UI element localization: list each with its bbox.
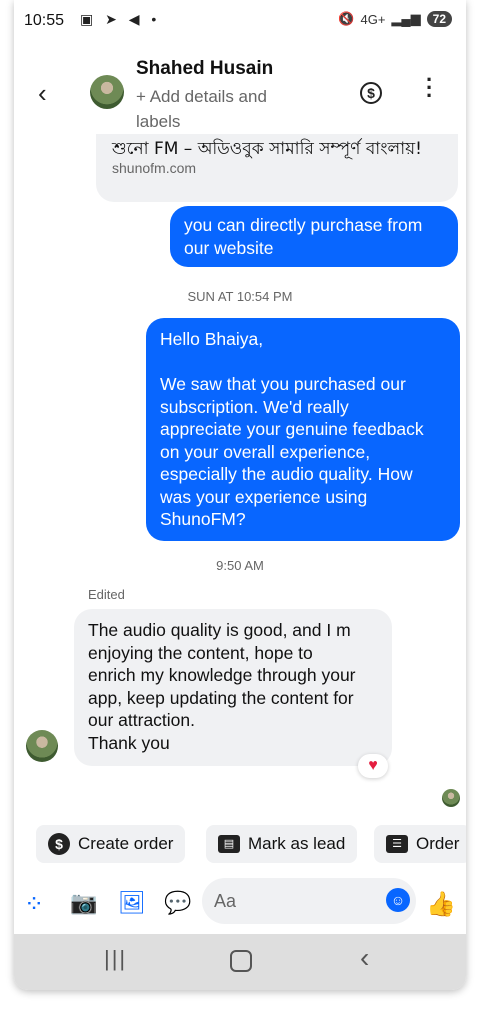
- apps-grid-icon[interactable]: ⁘: [24, 890, 44, 919]
- mark-as-lead-chip[interactable]: ▤ Mark as lead: [206, 825, 358, 863]
- contact-card-icon: ▤: [218, 835, 240, 853]
- chip-label: Mark as lead: [248, 834, 346, 853]
- heart-reaction-icon[interactable]: ♥: [358, 754, 388, 778]
- quick-actions-bar: $ Create order ▤ Mark as lead ☰ Order: [36, 825, 466, 865]
- document-list-icon: ☰: [386, 835, 408, 853]
- thumbs-up-icon[interactable]: 👍: [426, 890, 456, 919]
- home-icon[interactable]: [230, 950, 252, 972]
- notification-icons: ▣ ➤ ◀ •: [80, 11, 161, 27]
- back-nav-icon[interactable]: ‹: [360, 942, 369, 974]
- emoji-icon[interactable]: ☺: [386, 888, 410, 912]
- phone-screen: 10:55 ▣ ➤ ◀ • 🔇 4G+ ▂▄▆ 72 ‹ Shahed Husa…: [14, 0, 466, 990]
- message-input[interactable]: [212, 890, 376, 913]
- battery-icon: 72: [426, 11, 452, 27]
- dollar-icon: $: [48, 833, 70, 855]
- gallery-icon[interactable]: 🖼: [118, 890, 146, 916]
- network-label: 4G+: [360, 11, 386, 27]
- system-icons: 🔇 4G+ ▂▄▆ 72: [338, 11, 452, 27]
- avatar[interactable]: [90, 75, 124, 109]
- chat-bubble-icon[interactable]: 💬: [164, 890, 191, 916]
- chip-label: Order: [416, 834, 460, 853]
- message-list[interactable]: শুনো FM – অডিওবুক সামারি সম্পূর্ণ বাংলায…: [14, 134, 466, 814]
- outgoing-message[interactable]: Hello Bhaiya, We saw that you purchased …: [146, 318, 460, 541]
- contact-name[interactable]: Shahed Husain: [136, 58, 273, 80]
- link-preview-card[interactable]: শুনো FM – অডিওবুক সামারি সম্পূর্ণ বাংলায…: [96, 134, 458, 202]
- seen-avatar: [442, 789, 460, 807]
- dollar-icon[interactable]: $: [360, 82, 382, 104]
- recent-apps-icon[interactable]: |||: [104, 946, 127, 972]
- incoming-message[interactable]: The audio quality is good, and I m enjoy…: [74, 609, 392, 766]
- link-preview-url: shunofm.com: [112, 160, 197, 176]
- camera-icon[interactable]: 📷: [70, 890, 97, 916]
- chat-header: ‹ Shahed Husain + Add details and labels…: [14, 44, 466, 134]
- chip-label: Create order: [78, 834, 174, 853]
- create-order-chip[interactable]: $ Create order: [36, 825, 186, 863]
- system-nav-bar: ||| ‹: [14, 934, 466, 990]
- sender-avatar: [26, 730, 58, 762]
- status-bar: 10:55 ▣ ➤ ◀ • 🔇 4G+ ▂▄▆ 72: [14, 0, 466, 40]
- signal-icon: ▂▄▆: [391, 11, 421, 26]
- more-options-icon[interactable]: · · ·: [426, 69, 433, 107]
- back-arrow-icon[interactable]: ‹: [38, 78, 47, 109]
- timestamp: 9:50 AM: [216, 558, 264, 573]
- mute-icon: 🔇: [338, 11, 355, 26]
- message-input-wrapper: ☺: [202, 878, 416, 924]
- add-details-link[interactable]: + Add details and labels: [136, 84, 296, 134]
- status-time: 10:55: [24, 12, 65, 29]
- edited-label: Edited: [88, 587, 125, 602]
- order-chip[interactable]: ☰ Order: [374, 825, 466, 863]
- timestamp: SUN AT 10:54 PM: [187, 289, 293, 304]
- outgoing-message[interactable]: you can directly purchase from our websi…: [170, 206, 458, 267]
- message-composer: ⁘ 📷 🖼 💬 ☺ 👍: [14, 876, 466, 930]
